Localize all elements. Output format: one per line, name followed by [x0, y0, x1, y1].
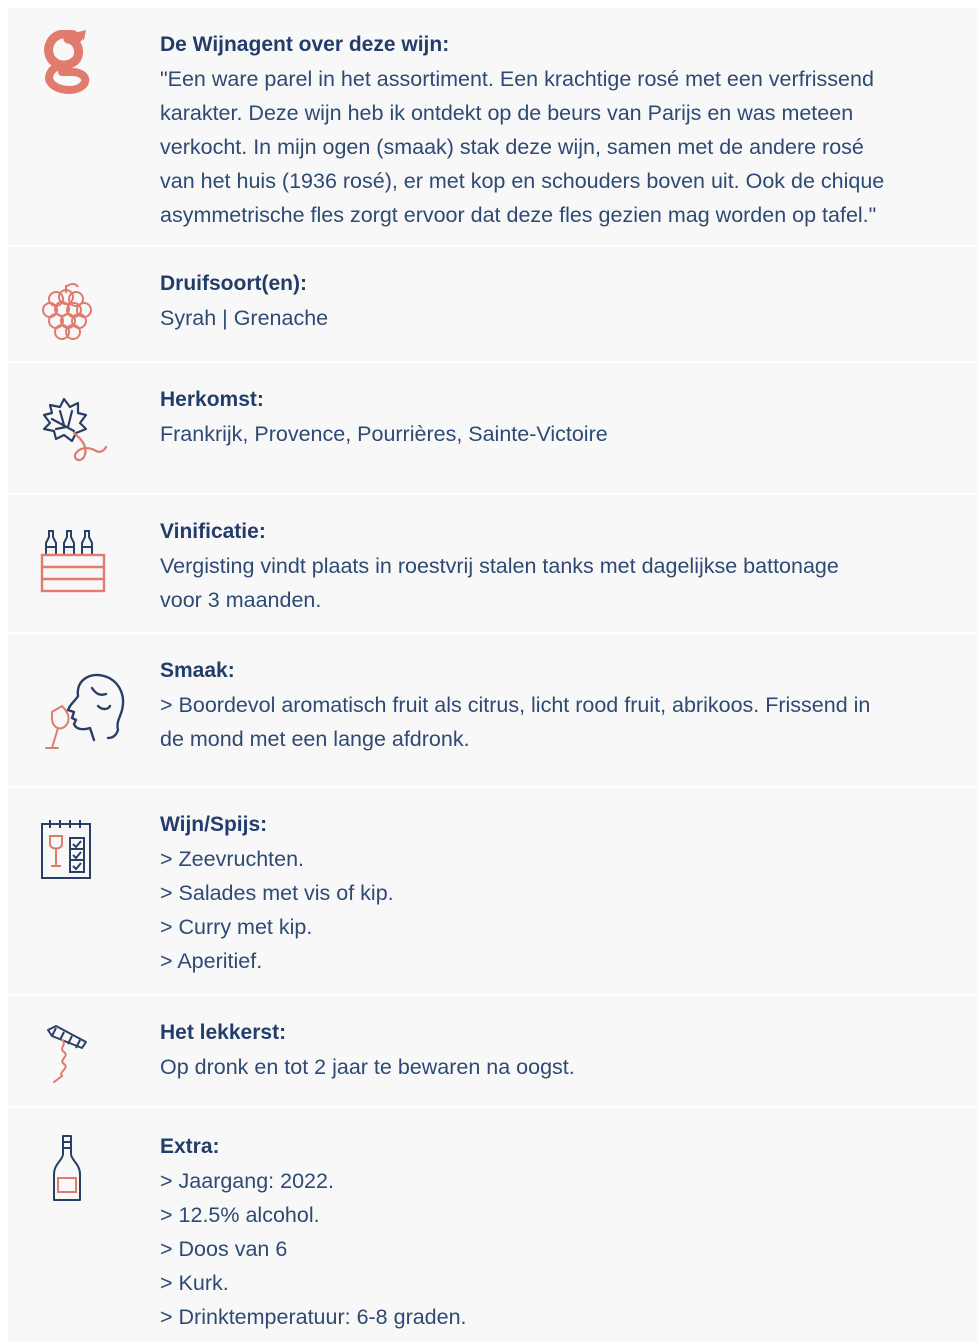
body-line: > Zeevruchten.: [160, 847, 305, 871]
row-body: "Een ware parel in het assortiment. Een …: [160, 62, 972, 232]
row-body: Syrah | Grenache: [160, 301, 972, 335]
icon-cell: [8, 8, 139, 245]
text-cell: Druifsoort(en): Syrah | Grenache: [141, 247, 977, 361]
text-cell: Vinificatie: Vergisting vindt plaats in …: [141, 495, 977, 632]
wine-bottle-icon: [53, 1135, 81, 1201]
vine-leaf-icon: [42, 397, 108, 462]
body-line: > Boordevol aromatisch fruit als citrus,…: [160, 693, 871, 717]
icon-cell: [8, 1108, 139, 1342]
row-extra: Extra: > Jaargang: 2022. > 12.5% alcohol…: [8, 1108, 977, 1342]
menu-card-icon: [41, 820, 91, 879]
text-cell: Herkomst: Frankrijk, Provence, Pourrière…: [141, 363, 977, 493]
body-line: voor 3 maanden.: [160, 588, 322, 612]
body-line: > Aperitief.: [160, 949, 263, 973]
icon-cell: [8, 495, 139, 632]
body-line: > Curry met kip.: [160, 915, 313, 939]
text-cell: Smaak: > Boordevol aromatisch fruit als …: [141, 634, 977, 786]
row-title: Smaak:: [160, 659, 235, 682]
wine-details-table: De Wijnagent over deze wijn: "Een ware p…: [8, 8, 977, 1342]
wine-crate-icon: [40, 530, 106, 593]
row-wijn-spijs: Wijn/Spijs: > Zeevruchten. > Salades met…: [8, 788, 977, 994]
row-het-lekkerst: Het lekkerst: Op dronk en tot 2 jaar te …: [8, 996, 977, 1106]
row-wijnagent: De Wijnagent over deze wijn: "Een ware p…: [8, 8, 977, 245]
row-title: De Wijnagent over deze wijn:: [160, 33, 450, 56]
row-title: Druifsoort(en):: [160, 272, 307, 295]
body-line: Syrah | Grenache: [160, 306, 329, 330]
body-line: > Jaargang: 2022.: [160, 1169, 334, 1193]
body-line: de mond met een lange afdronk.: [160, 727, 470, 751]
row-body: Op dronk en tot 2 jaar te bewaren na oog…: [160, 1050, 972, 1084]
icon-cell: [8, 634, 139, 786]
icon-cell: [8, 788, 139, 994]
body-line: > Doos van 6: [160, 1237, 288, 1261]
text-cell: De Wijnagent over deze wijn: "Een ware p…: [141, 8, 977, 245]
tasting-head-icon: [45, 673, 125, 749]
row-body: Frankrijk, Provence, Pourrières, Sainte-…: [160, 417, 972, 451]
row-body: Vergisting vindt plaats in roestvrij sta…: [160, 549, 972, 617]
row-druifsoort: Druifsoort(en): Syrah | Grenache: [8, 247, 977, 361]
wijnagent-logo-icon: [44, 30, 90, 94]
row-body: > Jaargang: 2022. > 12.5% alcohol. > Doo…: [160, 1164, 972, 1334]
row-smaak: Smaak: > Boordevol aromatisch fruit als …: [8, 634, 977, 786]
text-cell: Wijn/Spijs: > Zeevruchten. > Salades met…: [141, 788, 977, 994]
grapes-icon: [42, 283, 92, 340]
row-body: > Zeevruchten. > Salades met vis of kip.…: [160, 842, 972, 978]
body-line: > Drinktemperatuur: 6-8 graden.: [160, 1305, 467, 1329]
row-title: Herkomst:: [160, 388, 264, 411]
body-line: verkocht. In mijn ogen (smaak) stak deze…: [160, 135, 864, 159]
icon-cell: [8, 363, 139, 493]
row-title: Vinificatie:: [160, 520, 266, 543]
icon-cell: [8, 247, 139, 361]
body-line: > 12.5% alcohol.: [160, 1203, 320, 1227]
body-line: "Een ware parel in het assortiment. Een …: [160, 67, 874, 91]
body-line: asymmetrische fles zorgt ervoor dat deze…: [160, 203, 877, 227]
body-line: > Salades met vis of kip.: [160, 881, 394, 905]
body-line: Op dronk en tot 2 jaar te bewaren na oog…: [160, 1055, 575, 1079]
row-herkomst: Herkomst: Frankrijk, Provence, Pourrière…: [8, 363, 977, 493]
row-title: Het lekkerst:: [160, 1021, 287, 1044]
corkscrew-icon: [47, 1025, 87, 1083]
text-cell: Extra: > Jaargang: 2022. > 12.5% alcohol…: [141, 1108, 977, 1342]
row-title: Wijn/Spijs:: [160, 813, 268, 836]
body-line: Vergisting vindt plaats in roestvrij sta…: [160, 554, 839, 578]
icon-cell: [8, 996, 139, 1106]
row-vinificatie: Vinificatie: Vergisting vindt plaats in …: [8, 495, 977, 632]
text-cell: Het lekkerst: Op dronk en tot 2 jaar te …: [141, 996, 977, 1106]
body-line: karakter. Deze wijn heb ik ontdekt op de…: [160, 101, 854, 125]
body-line: > Kurk.: [160, 1271, 229, 1295]
body-line: Frankrijk, Provence, Pourrières, Sainte-…: [160, 422, 608, 446]
body-line: van het huis (1936 rosé), er met kop en …: [160, 169, 885, 193]
row-body: > Boordevol aromatisch fruit als citrus,…: [160, 688, 972, 756]
row-title: Extra:: [160, 1135, 220, 1158]
